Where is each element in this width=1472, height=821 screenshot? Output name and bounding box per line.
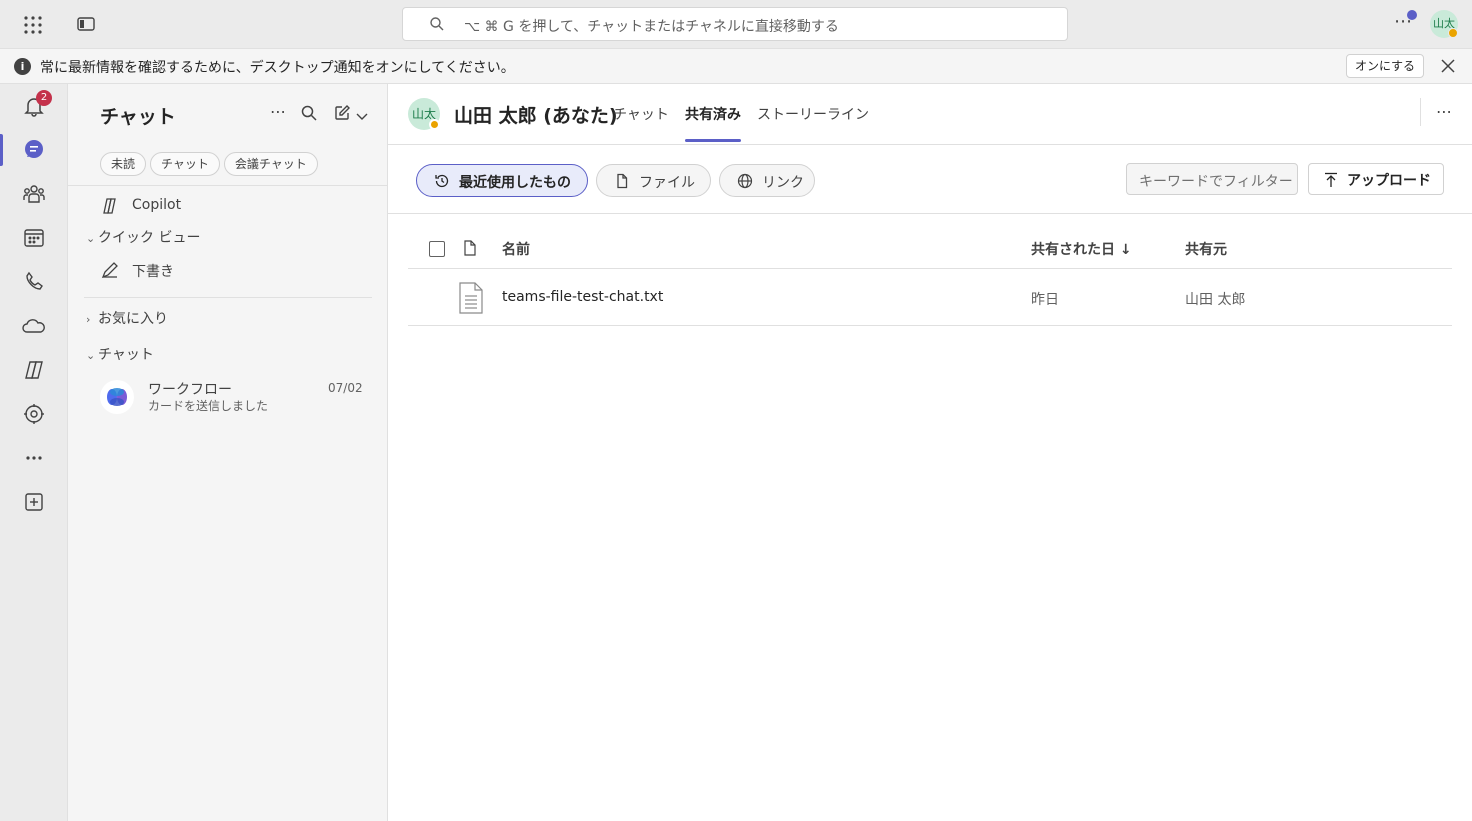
divider: [84, 297, 372, 298]
active-indicator: [0, 134, 3, 166]
file-icon: [614, 173, 630, 189]
sidebar-toggle-icon[interactable]: [76, 14, 96, 34]
banner-text: 常に最新情報を確認するために、デスクトップ通知をオンにしてください。: [40, 60, 515, 76]
filter-meeting-chats[interactable]: 会議チャット: [223, 152, 318, 176]
filter-unread[interactable]: 未読: [100, 152, 147, 176]
table-row[interactable]: teams-file-test-chat.txt 昨日 山田 太郎: [408, 269, 1452, 326]
chevron-down-icon: ⌄: [86, 349, 96, 362]
app-rail: 2: [0, 84, 68, 821]
copilot-label: Copilot: [132, 197, 182, 213]
presence-status-icon: [1448, 28, 1458, 38]
links-filter-label: リンク: [762, 175, 804, 191]
enable-notifications-button[interactable]: オンにする: [1346, 54, 1424, 78]
chat-name: ワークフロー: [148, 382, 232, 398]
keyword-filter-input[interactable]: キーワードでフィルター: [1126, 163, 1298, 195]
select-all-checkbox[interactable]: [429, 241, 445, 257]
column-shared-date-label: 共有された日: [1031, 242, 1115, 258]
chat-header: 山太 山田 太郎 (あなた) チャット 共有済み ストーリーライン ⋯: [388, 84, 1472, 145]
add-app-icon[interactable]: [20, 488, 48, 516]
header-more-button[interactable]: ⋯: [1434, 103, 1454, 123]
divider: [68, 185, 388, 186]
sort-arrow-down-icon: ↓: [1119, 242, 1132, 258]
notification-dot: [1407, 10, 1417, 20]
files-filter-button[interactable]: ファイル: [596, 164, 711, 197]
upload-icon: [1323, 172, 1339, 192]
tab-storyline[interactable]: ストーリーライン: [757, 104, 869, 124]
main-content: 山太 山田 太郎 (あなた) チャット 共有済み ストーリーライン ⋯ 最近使用…: [388, 84, 1472, 821]
chat-icon[interactable]: [20, 136, 48, 164]
chevron-down-icon: ⌄: [86, 232, 96, 245]
files-toolbar: 最近使用したもの ファイル リンク キーワードでフィルター アップロード: [388, 145, 1472, 214]
activity-badge: 2: [36, 90, 52, 106]
files-filter-label: ファイル: [639, 175, 695, 191]
calls-icon[interactable]: [20, 268, 48, 296]
presence-status-icon: [429, 119, 440, 130]
filter-chats[interactable]: チャット: [150, 152, 220, 176]
file-name[interactable]: teams-file-test-chat.txt: [502, 289, 663, 305]
links-filter-button[interactable]: リンク: [719, 164, 815, 197]
chat-list-item[interactable]: ワークフロー カードを送信しました 07/02: [68, 370, 388, 422]
chats-section[interactable]: ⌄ チャット: [86, 344, 154, 364]
chevron-down-icon[interactable]: [356, 109, 368, 125]
close-icon[interactable]: [1438, 56, 1458, 76]
column-shared-by[interactable]: 共有元: [1185, 239, 1227, 259]
title-bar: ⌥ ⌘ G を押して、チャットまたはチャネルに直接移動する ⋯ 山太: [0, 0, 1472, 48]
new-chat-icon[interactable]: [333, 104, 351, 126]
copilot-item[interactable]: Copilot: [68, 192, 388, 220]
pane-title: チャット: [100, 106, 176, 128]
app-launcher-icon[interactable]: [22, 14, 44, 36]
favorites-label: お気に入り: [98, 311, 168, 327]
more-options-button[interactable]: ⋯: [268, 103, 288, 123]
quick-view-section[interactable]: ⌄ クイック ビュー: [86, 227, 200, 247]
chats-section-label: チャット: [98, 347, 154, 363]
teams-icon[interactable]: [20, 180, 48, 208]
chat-list-pane: チャット ⋯ 未読 チャット 会議チャット Copilot ⌄ クイック ビュー …: [68, 84, 388, 821]
filter-chips: 未読 チャット 会議チャット: [100, 152, 318, 176]
copilot-icon[interactable]: [20, 356, 48, 384]
table-header: 名前 共有された日 ↓ 共有元: [408, 228, 1452, 269]
column-name[interactable]: 名前: [502, 239, 530, 259]
upload-button[interactable]: アップロード: [1308, 163, 1444, 195]
notification-banner: i 常に最新情報を確認するために、デスクトップ通知をオンにしてください。 オンに…: [0, 48, 1472, 84]
recent-filter-label: 最近使用したもの: [459, 175, 571, 191]
apps-icon[interactable]: [20, 400, 48, 428]
column-shared-date[interactable]: 共有された日 ↓: [1031, 239, 1132, 259]
recent-filter-button[interactable]: 最近使用したもの: [416, 164, 588, 197]
file-type-icon: [463, 240, 477, 260]
filter-placeholder: キーワードでフィルター: [1139, 174, 1293, 190]
quick-view-label: クイック ビュー: [98, 230, 201, 246]
calendar-icon[interactable]: [20, 224, 48, 252]
favorites-section[interactable]: › お気に入り: [86, 308, 168, 328]
more-apps-icon[interactable]: [20, 444, 48, 472]
workflow-avatar: [100, 380, 134, 414]
globe-icon: [737, 173, 753, 189]
active-tab-indicator: [685, 139, 741, 142]
tab-chat[interactable]: チャット: [613, 104, 669, 124]
copilot-icon: [100, 196, 120, 216]
divider: [1420, 98, 1421, 126]
shared-by: 山田 太郎: [1185, 292, 1246, 308]
search-icon[interactable]: [300, 104, 318, 126]
search-input[interactable]: ⌥ ⌘ G を押して、チャットまたはチャネルに直接移動する: [402, 7, 1068, 41]
upload-label: アップロード: [1347, 173, 1431, 189]
tab-shared[interactable]: 共有済み: [685, 104, 741, 124]
chat-preview: カードを送信しました: [148, 399, 269, 413]
search-placeholder: ⌥ ⌘ G を押して、チャットまたはチャネルに直接移動する: [464, 19, 839, 35]
shared-date: 昨日: [1031, 292, 1059, 308]
drafts-item[interactable]: 下書き: [68, 256, 388, 284]
text-file-icon: [458, 282, 484, 318]
onedrive-icon[interactable]: [20, 312, 48, 340]
info-icon: i: [14, 58, 31, 75]
drafts-icon: [100, 260, 120, 280]
chat-date: 07/02: [328, 381, 363, 395]
drafts-label: 下書き: [132, 264, 174, 280]
chevron-right-icon: ›: [86, 313, 91, 326]
search-icon: [429, 16, 445, 36]
page-title: 山田 太郎 (あなた): [454, 105, 618, 127]
history-icon: [434, 173, 450, 189]
